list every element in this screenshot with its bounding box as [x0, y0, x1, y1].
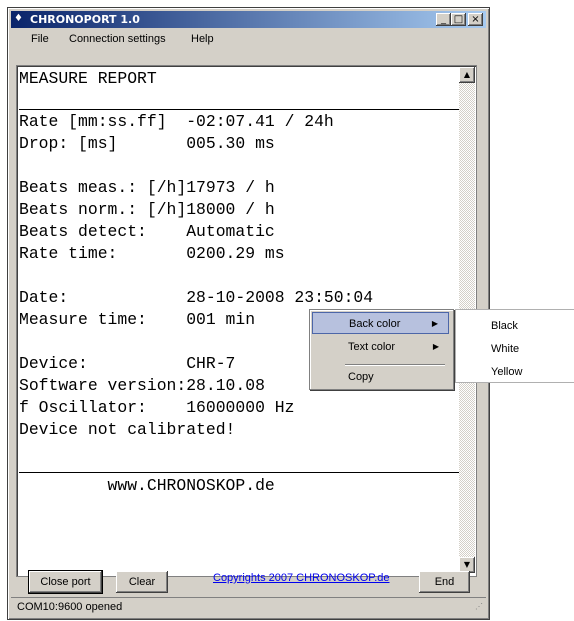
submenu-arrow-icon: ▶ — [431, 319, 438, 328]
report-line: Software version:28.10.08 — [19, 376, 265, 395]
report-line: f Oscillator: 16000000 Hz — [19, 398, 295, 417]
submenu-item-yellow[interactable]: Yellow — [491, 361, 522, 383]
context-item-copy[interactable]: Copy — [312, 366, 449, 388]
context-item-text-color[interactable]: Text color ▶ — [312, 336, 449, 358]
title-bar[interactable]: ♦ CHRONOPORT 1.0 _ □ × — [11, 11, 486, 28]
window-title: CHRONOPORT 1.0 — [30, 13, 140, 26]
close-button[interactable]: × — [468, 13, 483, 26]
report-line: Drop: [ms] 005.30 ms — [19, 134, 275, 153]
report-line: Device not calibrated! — [19, 420, 236, 439]
menu-connection-settings[interactable]: Connection settings — [69, 30, 166, 48]
report-separator-bottom — [19, 472, 465, 473]
status-bar: COM10:9600 opened ⋰ — [11, 597, 486, 616]
report-line: Measure time: 001 min — [19, 310, 256, 329]
maximize-button[interactable]: □ — [451, 13, 466, 26]
report-line: Rate time: 0200.29 ms — [19, 244, 285, 263]
submenu-item-black[interactable]: Black — [491, 315, 518, 337]
report-line: Beats norm.: [/h]18000 / h — [19, 200, 275, 219]
menu-file[interactable]: File — [31, 30, 49, 48]
report-line: Beats meas.: [/h]17973 / h — [19, 178, 275, 197]
report-line: Date: 28-10-2008 23:50:04 — [19, 288, 374, 307]
report-line: Rate [mm:ss.ff] -02:07.41 / 24h — [19, 112, 334, 131]
report-line-url: www.CHRONOSKOP.de — [19, 476, 275, 495]
report-line: Device: CHR-7 — [19, 354, 236, 373]
minimize-button[interactable]: _ — [436, 13, 451, 26]
app-icon: ♦ — [14, 13, 23, 24]
resize-grip-icon[interactable]: ⋰ — [475, 598, 483, 616]
clear-button[interactable]: Clear — [116, 571, 168, 593]
end-button[interactable]: End — [419, 571, 470, 593]
report-line: Beats detect: Automatic — [19, 222, 275, 241]
submenu-arrow-icon: ▶ — [432, 342, 439, 351]
menu-help[interactable]: Help — [191, 30, 214, 48]
copyright-link[interactable]: Copyrights 2007 CHRONOSKOP.de — [213, 572, 390, 584]
close-port-button[interactable]: Close port — [28, 570, 103, 594]
scroll-up-arrow-icon[interactable]: ▲ — [459, 67, 475, 83]
report-line-title: MEASURE REPORT — [19, 69, 157, 88]
menu-bar: File Connection settings Help — [11, 30, 486, 48]
context-menu: Back color ▶ Text color ▶ Copy — [309, 309, 454, 390]
back-color-submenu: Black White Yellow — [455, 309, 574, 383]
report-separator-top — [19, 109, 465, 110]
context-item-back-color[interactable]: Back color ▶ — [312, 312, 449, 334]
submenu-item-white[interactable]: White — [491, 338, 519, 360]
status-text: COM10:9600 opened — [17, 601, 123, 613]
